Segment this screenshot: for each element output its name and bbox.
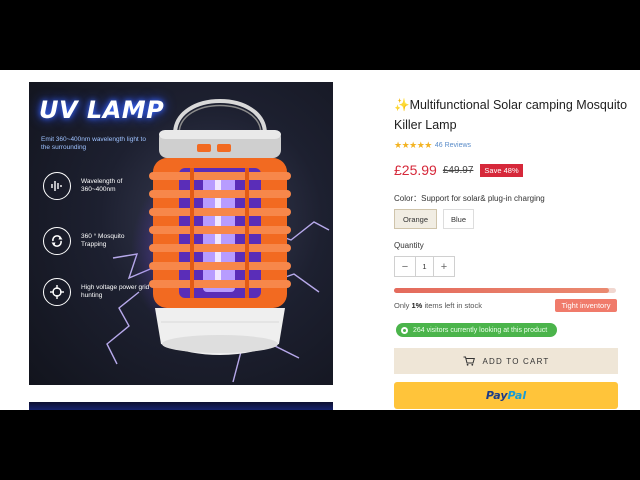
feature-text: Wavelength of 360~400nm (81, 178, 123, 193)
paypal-logo-part1: Pay (485, 389, 508, 402)
save-badge: Save 48% (480, 163, 523, 177)
current-price: £25.99 (394, 162, 437, 178)
letterbox-top (0, 0, 640, 70)
stock-suffix: items left in stock (422, 301, 482, 310)
stock-prefix: Only (394, 301, 412, 310)
reviews-link[interactable]: 46 Reviews (435, 142, 471, 149)
stock-text: Only 1% items left in stock (394, 301, 482, 310)
product-page: UV LAMP Emit 360~400nm wavelength light … (0, 70, 640, 410)
paypal-logo-part2: Pal (507, 389, 527, 402)
stock-progress-bar (394, 288, 616, 293)
visitors-text: 264 visitors currently looking at this p… (413, 326, 548, 334)
add-to-cart-label: ADD TO CART (482, 356, 550, 366)
image-subtitle: Emit 360~400nm wavelength light to the s… (41, 136, 146, 151)
quantity-label: Quantity (394, 241, 424, 250)
add-to-cart-button[interactable]: ADD TO CART (394, 348, 618, 374)
price-row: £25.99 £49.97 Save 48% (394, 162, 523, 178)
waveform-icon (43, 172, 71, 200)
rotate-icon (43, 227, 71, 255)
feature-trapping: 360 ° Mosquito Trapping (43, 227, 151, 255)
stock-count: 1% (411, 301, 423, 310)
color-option-orange[interactable]: Orange (394, 209, 437, 229)
tight-inventory-badge: Tight inventory (555, 299, 617, 312)
cart-icon (463, 356, 475, 366)
quantity-input[interactable]: 1 (415, 257, 434, 276)
quantity-stepper: − 1 + (394, 256, 455, 277)
product-main-image[interactable]: UV LAMP Emit 360~400nm wavelength light … (29, 82, 333, 385)
compare-at-price: £49.97 (442, 164, 474, 176)
color-option-blue[interactable]: Blue (443, 209, 474, 229)
letterbox-bottom (0, 410, 640, 480)
paypal-button[interactable]: Pay Pal (394, 382, 618, 409)
stock-progress-fill (394, 288, 610, 293)
feature-power-grid: High voltage power grid hunting (43, 278, 151, 306)
product-title: ✨Multifunctional Solar camping Mosquito … (394, 98, 628, 132)
feature-text: High voltage power grid hunting (81, 284, 150, 299)
visitors-badge: 264 visitors currently looking at this p… (396, 323, 558, 337)
next-product-image[interactable] (29, 402, 333, 410)
target-icon (43, 278, 71, 306)
color-label: Color：Support for solar& plug-in chargin… (394, 194, 545, 203)
rating[interactable]: ★★★★★ 46 Reviews (394, 140, 471, 151)
feature-wavelength: Wavelength of 360~400nm (43, 172, 151, 200)
decrease-quantity-button[interactable]: − (395, 257, 415, 276)
image-headline: UV LAMP (39, 96, 165, 124)
star-rating-icon: ★★★★★ (394, 140, 432, 150)
live-dot-icon (401, 326, 408, 334)
increase-quantity-button[interactable]: + (434, 257, 454, 276)
feature-text: 360 ° Mosquito Trapping (81, 233, 125, 248)
